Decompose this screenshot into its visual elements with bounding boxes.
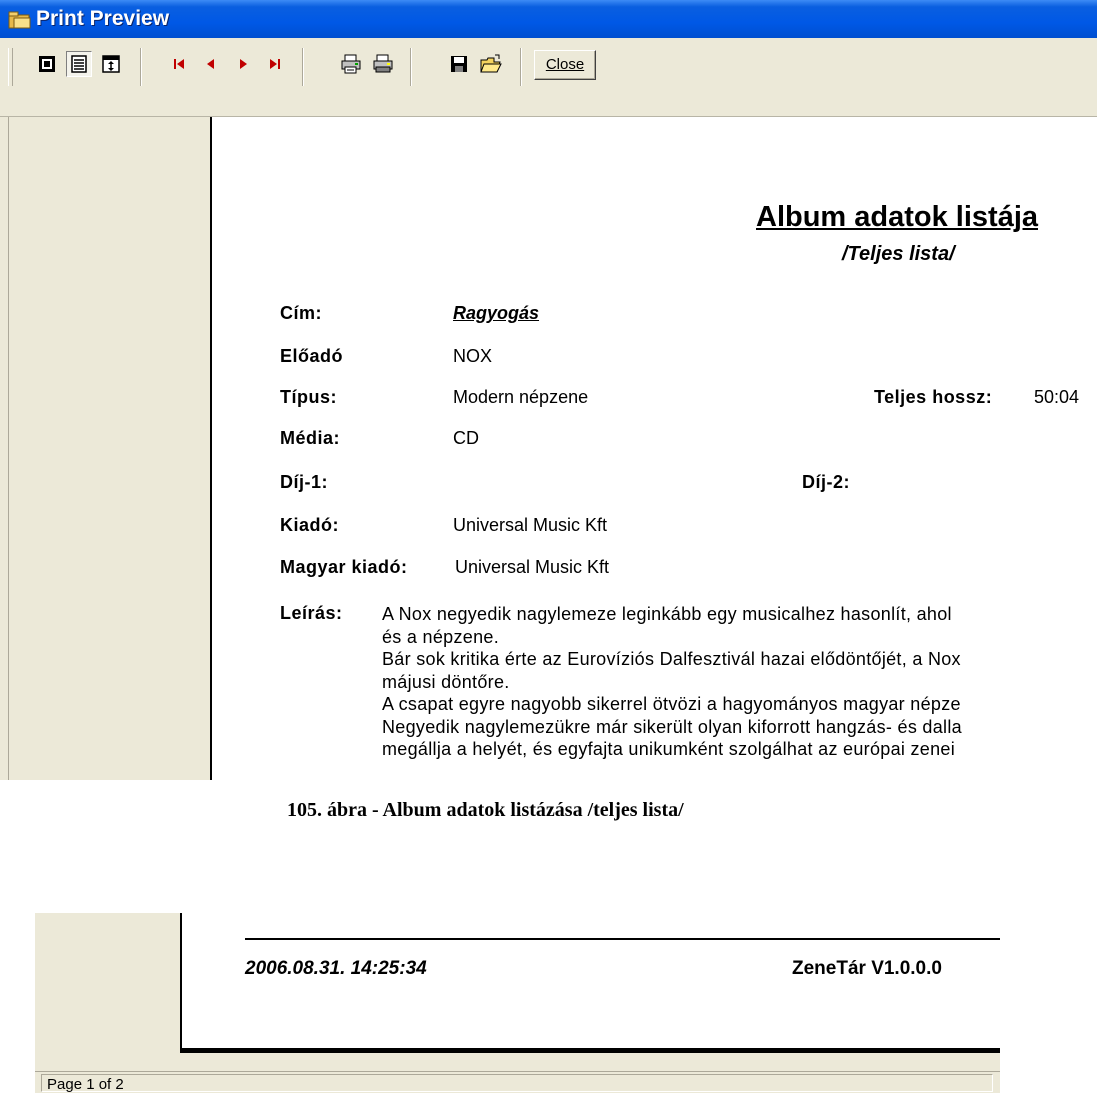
toolbar: Close <box>0 38 1097 117</box>
preview-side-panel <box>35 913 178 1093</box>
print-button[interactable] <box>370 51 396 77</box>
close-label: Close <box>545 56 585 73</box>
footer-version: ZeneTár V1.0.0.0 <box>792 958 942 979</box>
app-icon <box>8 11 31 29</box>
teljes-hossz-label: Teljes hossz: <box>874 387 993 407</box>
title-bar[interactable]: Print Preview <box>0 0 1097 38</box>
print-preview-window: Print Preview Close Album adatok listája… <box>0 0 1097 780</box>
teljes-hossz-value: 50:04 <box>1034 387 1080 407</box>
eloado-label: Előadó <box>280 346 344 366</box>
cim-label: Cím: <box>280 303 322 323</box>
window-title: Print Preview <box>36 7 170 30</box>
report-title: Album adatok listája <box>756 201 1039 233</box>
previous-page-icon <box>207 59 214 69</box>
cim-value: Ragyogás <box>453 303 540 323</box>
print-preview-window-footer: 2006.08.31. 14:25:34 ZeneTár V1.0.0.0 Pa… <box>35 913 1000 1093</box>
magyar-kiado-value: Universal Music Kft <box>455 557 610 577</box>
description-line: Bár sok kritika érte az Eurovíziós Dalfe… <box>382 649 961 669</box>
page-shadow <box>180 1048 1000 1053</box>
multi-page-button[interactable] <box>66 51 92 77</box>
status-bar: Page 1 of 2 <box>35 1071 1000 1093</box>
floppy-disk-icon <box>451 56 467 72</box>
next-page-icon <box>240 59 247 69</box>
description-line: és a népzene. <box>382 626 499 647</box>
description-line: A csapat egyre nagyobb sikerrel ötvözi a… <box>382 694 961 714</box>
panel-edge <box>8 117 9 780</box>
preview-side-panel <box>0 117 212 780</box>
one-page-button[interactable] <box>34 51 60 77</box>
last-page-icon <box>270 59 280 69</box>
kiado-label: Kiadó: <box>280 515 339 535</box>
toolbar-separator <box>302 48 304 86</box>
last-page-button[interactable] <box>262 51 288 77</box>
open-folder-icon <box>480 54 502 73</box>
report-page-footer[interactable]: 2006.08.31. 14:25:34 ZeneTár V1.0.0.0 <box>180 913 1000 1052</box>
media-label: Média: <box>280 428 341 448</box>
leiras-label: Leírás: <box>280 603 343 623</box>
description-line: Negyedik nagylemezükre már sikerült olya… <box>382 716 962 737</box>
toolbar-separator <box>140 48 142 86</box>
toolbar-separator <box>520 48 522 86</box>
printer-setup-icon <box>341 54 361 74</box>
toolbar-grip[interactable] <box>8 48 13 86</box>
report-subtitle: /Teljes lista/ <box>842 243 955 265</box>
multi-page-icon <box>71 55 87 73</box>
description-text: A Nox negyedik nagylemeze leginkább egy … <box>382 603 1097 761</box>
previous-page-button[interactable] <box>198 51 224 77</box>
printer-icon <box>373 54 393 73</box>
tipus-label: Típus: <box>280 387 337 407</box>
dij1-label: Díj-1: <box>280 472 328 492</box>
zoom-page-icon <box>102 55 120 73</box>
next-page-button[interactable] <box>230 51 256 77</box>
description-line: megállja a helyét, és egyfajta unikumkén… <box>382 739 956 759</box>
description-line: A Nox negyedik nagylemeze leginkább egy … <box>382 604 952 624</box>
kiado-value: Universal Music Kft <box>453 515 608 535</box>
page-indicator: Page 1 of 2 <box>47 1076 124 1093</box>
toolbar-separator <box>410 48 412 86</box>
save-button[interactable] <box>446 51 472 77</box>
dij2-label: Díj-2: <box>802 472 850 492</box>
media-value: CD <box>453 428 479 448</box>
footer-rule <box>245 938 1000 940</box>
figure-caption: 105. ábra - Album adatok listázása /telj… <box>287 799 684 821</box>
footer-datetime: 2006.08.31. 14:25:34 <box>245 958 427 979</box>
close-button[interactable]: Close <box>534 50 596 80</box>
eloado-value: NOX <box>453 346 493 366</box>
one-page-icon <box>39 56 55 72</box>
description-line: májusi döntőre. <box>382 671 510 692</box>
first-page-button[interactable] <box>166 51 192 77</box>
printer-setup-button[interactable] <box>338 51 364 77</box>
open-button[interactable] <box>478 51 504 77</box>
first-page-icon <box>174 59 184 69</box>
status-pane <box>41 1074 993 1092</box>
magyar-kiado-label: Magyar kiadó: <box>280 557 408 577</box>
zoom-page-button[interactable] <box>98 51 124 77</box>
tipus-value: Modern népzene <box>453 387 589 407</box>
report-page[interactable]: Album adatok listája /Teljes lista/ Cím:… <box>212 117 1097 780</box>
